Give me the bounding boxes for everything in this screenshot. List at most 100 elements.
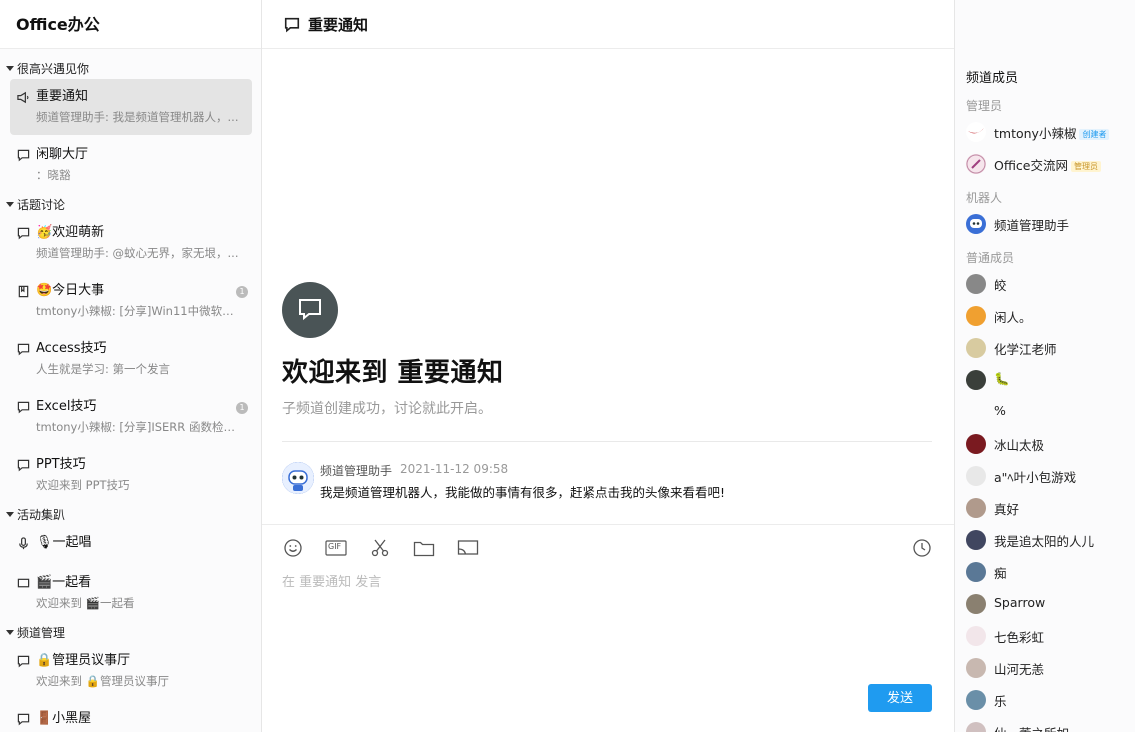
member-name: 闲人。: [994, 310, 1032, 325]
channel-preview: tmtony小辣椒: [分享]ISERR 函数检查...: [36, 420, 244, 434]
send-button[interactable]: 发送: [868, 684, 932, 712]
screenshot-button[interactable]: [369, 537, 391, 559]
member-item[interactable]: 冰山太极: [966, 433, 1135, 455]
message-composer: GIF 发送: [262, 524, 954, 732]
channel-preview: ：晓豁: [36, 168, 71, 182]
member-item[interactable]: 乐: [966, 689, 1135, 711]
group-label: 很高兴遇见你: [17, 62, 90, 76]
message-text: 我是频道管理机器人，我能做的事情有很多，赶紧点击我的头像来看看吧!: [320, 485, 726, 500]
app-title: Office办公: [0, 0, 261, 49]
member-item[interactable]: 痴: [966, 561, 1135, 583]
channel-item-important[interactable]: 重要通知 频道管理助手: 我是频道管理机器人，...: [10, 79, 252, 135]
member-item[interactable]: 真好: [966, 497, 1135, 519]
channel-preview: 欢迎来到 PPT技巧: [36, 478, 130, 492]
channel-sidebar: Office办公 很高兴遇见你 重要通知 频道管理助手: 我是频道管理机器人，.…: [0, 0, 262, 732]
channel-item-sing-together[interactable]: 🎙一起唱: [10, 525, 252, 563]
member-name: 痴: [994, 566, 1007, 581]
chat-bubble-icon: [17, 149, 30, 162]
history-button[interactable]: [911, 537, 933, 559]
caret-down-icon: [6, 512, 14, 517]
member-name: 七色彩虹: [994, 630, 1045, 645]
channel-item-today-news[interactable]: 🤩今日大事 tmtony小辣椒: [分享]Win11中微软电... 1: [10, 273, 252, 329]
announcement-icon: [17, 91, 29, 104]
group-label: 活动集趴: [17, 508, 66, 522]
message-area[interactable]: 欢迎来到 重要通知 子频道创建成功，讨论就此开启。 频道管理助手 2021-11…: [262, 49, 954, 524]
chat-bubble-icon: [17, 459, 30, 472]
group-header-management[interactable]: 频道管理: [0, 623, 261, 643]
channel-item-watch-together[interactable]: 🎬一起看 欢迎来到 🎬一起看: [10, 565, 252, 621]
member-item[interactable]: 闲人。: [966, 305, 1135, 327]
avatar: [966, 402, 986, 422]
avatar: [966, 338, 986, 358]
chat-bubble-icon: [17, 655, 30, 668]
group-header-events[interactable]: 活动集趴: [0, 505, 261, 525]
chat-bubble-icon: [17, 343, 30, 356]
channel-name: PPT技巧: [36, 457, 86, 472]
member-name: 仙一董之所如: [994, 723, 1069, 732]
avatar: [966, 466, 986, 486]
member-item[interactable]: 七色彩虹: [966, 625, 1135, 647]
message-sender[interactable]: 频道管理助手: [320, 462, 392, 479]
message-input[interactable]: [282, 571, 922, 671]
channel-item-excel-tips[interactable]: Excel技巧 tmtony小辣椒: [分享]ISERR 函数检查... 1: [10, 389, 252, 445]
member-item[interactable]: 化学江老师: [966, 337, 1135, 359]
member-name: 皎: [994, 278, 1007, 293]
channel-item-access-tips[interactable]: Access技巧 人生就是学习: 第一个发言: [10, 331, 252, 387]
gif-button[interactable]: GIF: [325, 537, 347, 559]
member-item[interactable]: %: [966, 401, 1135, 423]
member-item[interactable]: 我是追太阳的人儿: [966, 529, 1135, 551]
avatar: [966, 274, 986, 294]
screen-share-button[interactable]: [457, 537, 479, 559]
member-name: tmtony小辣椒 创建者: [994, 123, 1110, 142]
message-item: 频道管理助手 2021-11-12 09:58 我是频道管理机器人，我能做的事情…: [282, 460, 932, 500]
channel-item-admin-hall[interactable]: 🔒管理员议事厅 欢迎来到 🔒管理员议事厅: [10, 643, 252, 699]
creator-tag: 创建者: [1079, 129, 1110, 140]
channel-item-black-room[interactable]: 🚪小黑屋: [10, 701, 252, 732]
avatar: [966, 690, 986, 710]
channel-item-welcome-newbies[interactable]: 🥳欢迎萌新 频道管理助手: @蚊心无界，家无垠，...: [10, 215, 252, 271]
channel-name: 🚪小黑屋: [36, 711, 92, 726]
member-item[interactable]: a"ﾍ叶小包游戏: [966, 465, 1135, 487]
channel-name: 🎙一起唱: [36, 535, 92, 550]
member-name: 山河无恙: [994, 662, 1045, 677]
unread-badge: 1: [236, 286, 248, 298]
group-header-welcome[interactable]: 很高兴遇见你: [0, 59, 261, 79]
member-name: 我是追太阳的人儿: [994, 534, 1095, 549]
avatar: [966, 434, 986, 454]
group-header-topics[interactable]: 话题讨论: [0, 195, 261, 215]
member-item[interactable]: Sparrow: [966, 593, 1135, 615]
role-header-bot: 机器人: [966, 191, 1003, 205]
divider: [282, 441, 932, 442]
member-item[interactable]: 频道管理助手: [966, 213, 1135, 235]
channel-preview: 欢迎来到 🔒管理员议事厅: [36, 674, 169, 688]
member-name: 频道管理助手: [994, 218, 1070, 233]
member-item[interactable]: tmtony小辣椒 创建者: [966, 121, 1135, 143]
member-item[interactable]: Office交流网 管理员: [966, 153, 1135, 175]
members-panel: 频道成员 管理员 tmtony小辣椒 创建者 Office交流网 管理员 机器人 频…: [954, 0, 1135, 732]
bot-avatar[interactable]: [282, 462, 314, 494]
welcome-title: 欢迎来到 重要通知: [282, 358, 504, 388]
member-item[interactable]: 仙一董之所如: [966, 721, 1135, 732]
file-button[interactable]: [413, 537, 435, 559]
channel-name: Excel技巧: [36, 399, 97, 414]
emoji-button[interactable]: [282, 537, 304, 559]
avatar: [966, 562, 986, 582]
member-item[interactable]: 🐛: [966, 369, 1135, 391]
unread-badge: 1: [236, 402, 248, 414]
avatar: [966, 122, 986, 142]
member-item[interactable]: 皎: [966, 273, 1135, 295]
member-item[interactable]: 山河无恙: [966, 657, 1135, 679]
channel-item-ppt-tips[interactable]: PPT技巧 欢迎来到 PPT技巧: [10, 447, 252, 503]
avatar: [966, 498, 986, 518]
avatar: [966, 154, 986, 174]
member-name: 真好: [994, 502, 1020, 517]
channel-preview: 人生就是学习: 第一个发言: [36, 362, 171, 376]
chat-bubble-icon: [299, 299, 321, 321]
channel-item-chat-hall[interactable]: 闲聊大厅 ：晓豁: [10, 137, 252, 193]
avatar: [966, 722, 986, 732]
microphone-icon: [19, 537, 28, 550]
welcome-subtitle: 子频道创建成功，讨论就此开启。: [282, 401, 492, 417]
chat-bubble-icon: [284, 17, 300, 33]
avatar: [966, 214, 986, 234]
avatar: [966, 626, 986, 646]
